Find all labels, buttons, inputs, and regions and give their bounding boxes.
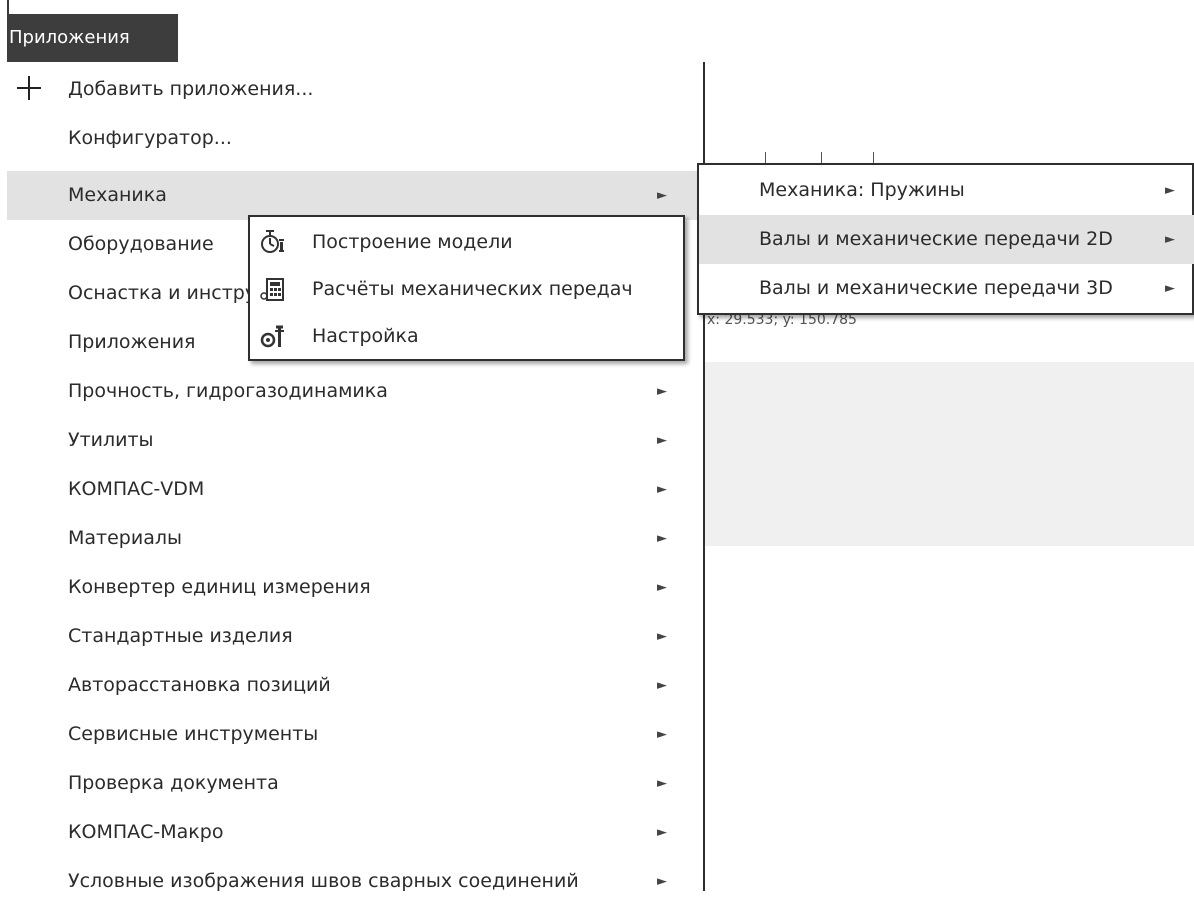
menu-item-label: Приложения (68, 331, 196, 353)
menu-item-kompas-vdm[interactable]: КОМПАС-VDM ► (7, 465, 703, 514)
menu-item-label: Сервисные инструменты (68, 723, 319, 745)
menu-item-label: Конвертер единиц измерения (68, 576, 371, 598)
menu-item-standard-parts[interactable]: Стандартные изделия ► (7, 612, 703, 661)
submenu-item-shafts-3d[interactable]: Валы и механические передачи 3D ► (699, 264, 1194, 313)
menu-item-configurator[interactable]: Конфигуратор... (7, 114, 703, 163)
submenu-item-settings[interactable]: Настройка (250, 313, 683, 360)
menu-item-auto-positioning[interactable]: Авторасстановка позиций ► (7, 661, 703, 710)
submenu-arrow-icon: ► (1165, 183, 1175, 198)
menu-item-utilities[interactable]: Утилиты ► (7, 416, 703, 465)
submenu-arrow-icon: ► (1165, 232, 1175, 247)
submenu-arrow-icon: ► (657, 825, 667, 840)
menu-item-label: Стандартные изделия (68, 625, 293, 647)
menu-item-weld-symbols[interactable]: Условные изображения швов сварных соедин… (7, 857, 703, 906)
submenu-item-build-model[interactable]: Построение модели (250, 219, 683, 266)
menu-item-label: Прочность, гидрогазодинамика (68, 380, 388, 402)
menu-item-label: КОМПАС-VDM (68, 478, 205, 500)
menu-item-label: Валы и механические передачи 3D (759, 277, 1113, 299)
calculator-icon (260, 278, 284, 301)
submenu-arrow-icon: ► (657, 678, 667, 693)
menu-item-kompas-macro[interactable]: КОМПАС-Макро ► (7, 808, 703, 857)
menu-item-label: Механика (68, 184, 167, 206)
submenu-arrow-icon: ► (657, 776, 667, 791)
menu-item-label: Настройка (312, 325, 419, 347)
menu-item-label: Расчёты механических передач (312, 278, 633, 300)
shafts-2d-submenu: Построение модели Расчёты механических п… (248, 215, 685, 361)
menu-item-label: Добавить приложения... (68, 78, 314, 100)
menu-item-mechanics[interactable]: Механика ► (7, 171, 703, 220)
submenu-arrow-icon: ► (657, 727, 667, 742)
settings-tools-icon (260, 325, 284, 348)
applications-menu: Добавить приложения... Конфигуратор... М… (7, 62, 705, 892)
menu-item-unit-converter[interactable]: Конвертер единиц измерения ► (7, 563, 703, 612)
menu-item-strength-fluid[interactable]: Прочность, гидрогазодинамика ► (7, 367, 703, 416)
menu-item-label: Оборудование (68, 233, 214, 255)
submenu-item-springs[interactable]: Механика: Пружины ► (699, 166, 1194, 215)
menu-item-document-check[interactable]: Проверка документа ► (7, 759, 703, 808)
menu-item-label: Построение модели (312, 231, 513, 253)
submenu-arrow-icon: ► (657, 482, 667, 497)
menu-item-label: Утилиты (68, 429, 154, 451)
menu-item-label: Авторасстановка позиций (68, 674, 331, 696)
mechanics-submenu: Механика: Пружины ► Валы и механические … (697, 163, 1194, 315)
submenu-arrow-icon: ► (657, 433, 667, 448)
menu-item-label: Механика: Пружины (759, 179, 965, 201)
plus-icon (17, 76, 41, 100)
submenu-arrow-icon: ► (657, 629, 667, 644)
submenu-arrow-icon: ► (657, 874, 667, 889)
menu-item-label: Материалы (68, 527, 182, 549)
model-build-icon (261, 230, 284, 253)
submenu-arrow-icon: ► (1165, 281, 1175, 296)
menu-item-label: Валы и механические передачи 2D (759, 228, 1113, 250)
submenu-item-gear-calculations[interactable]: Расчёты механических передач (250, 266, 683, 313)
applications-menu-tab[interactable]: Приложения (7, 14, 178, 62)
cursor-coordinates: x: 29.533; y: 150.785 (707, 312, 857, 328)
menu-item-label: Проверка документа (68, 772, 279, 794)
submenu-arrow-icon: ► (657, 384, 667, 399)
submenu-item-shafts-2d[interactable]: Валы и механические передачи 2D ► (699, 215, 1194, 264)
menu-item-add-applications[interactable]: Добавить приложения... (7, 65, 703, 114)
submenu-arrow-icon: ► (657, 188, 667, 203)
submenu-arrow-icon: ► (657, 580, 667, 595)
menu-item-materials[interactable]: Материалы ► (7, 514, 703, 563)
menu-item-label: КОМПАС-Макро (68, 821, 224, 843)
menu-item-service-tools[interactable]: Сервисные инструменты ► (7, 710, 703, 759)
menu-item-label: Условные изображения швов сварных соедин… (68, 870, 579, 892)
menu-item-label: Конфигуратор... (68, 127, 232, 149)
document-panel (703, 362, 1194, 546)
submenu-arrow-icon: ► (657, 531, 667, 546)
